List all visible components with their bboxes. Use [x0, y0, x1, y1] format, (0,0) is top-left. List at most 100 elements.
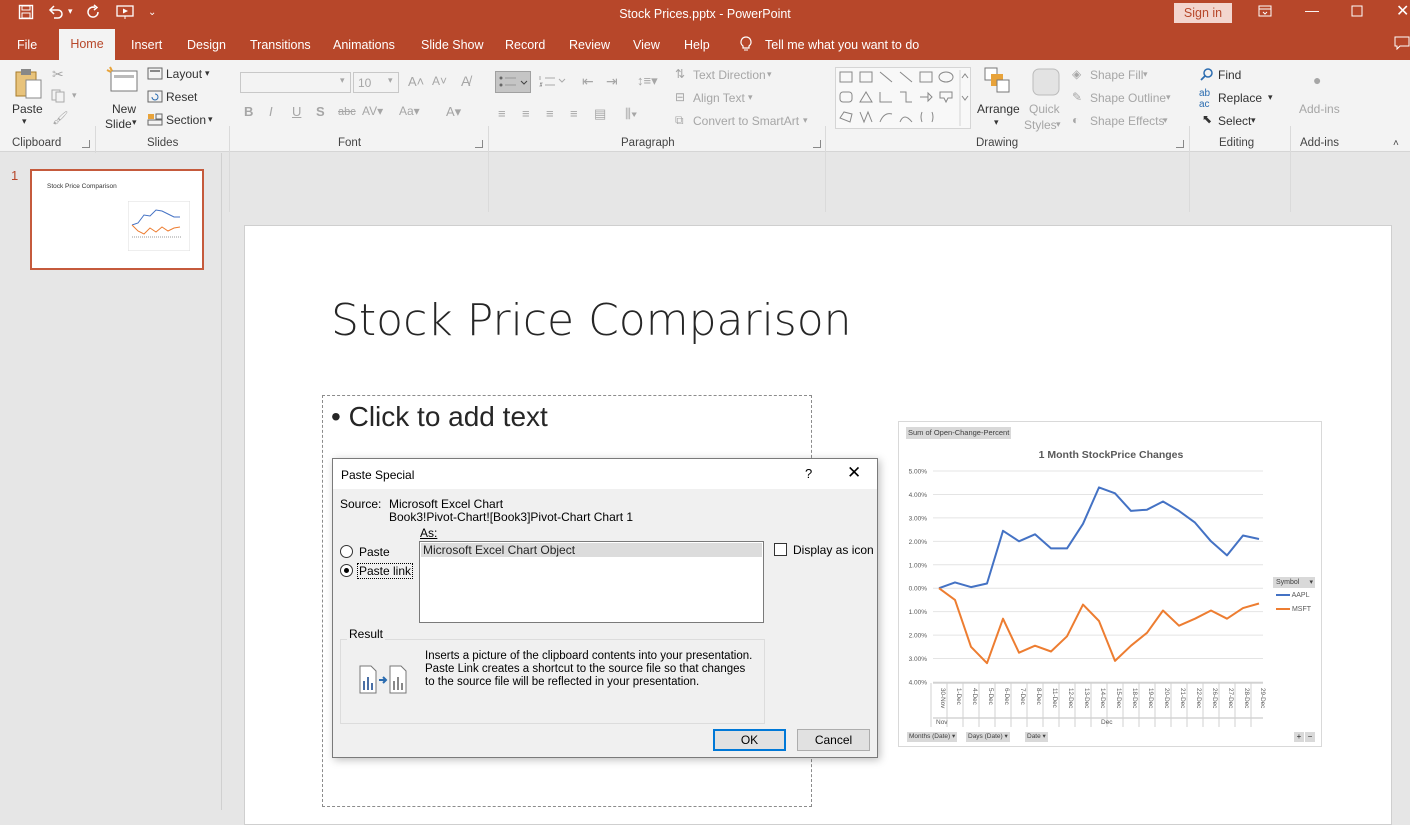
paste-icon[interactable]: [12, 66, 44, 103]
paste-link-radio-label[interactable]: Paste link: [357, 563, 414, 579]
tab-insert[interactable]: Insert: [131, 38, 162, 52]
thumbnail-chart: [128, 201, 190, 251]
title-bar: ▾ ⌄ Stock Prices.pptx - PowerPoint Sign …: [0, 0, 1410, 30]
font-name-dropdown-icon[interactable]: ▾: [340, 75, 345, 86]
italic-icon: I: [269, 104, 273, 119]
paste-link-radio[interactable]: [340, 564, 353, 577]
tab-design[interactable]: Design: [187, 38, 226, 52]
numbering-icon: [538, 73, 568, 92]
justify-icon: ≡: [570, 106, 578, 121]
close-icon[interactable]: ✕: [1396, 1, 1409, 21]
clipboard-launcher-icon[interactable]: [82, 140, 90, 148]
bullets-button[interactable]: [495, 71, 531, 93]
font-launcher-icon[interactable]: [475, 140, 483, 148]
arrange-button[interactable]: Arrange: [977, 102, 1020, 116]
select-button[interactable]: Select: [1218, 114, 1251, 128]
ok-button[interactable]: OK: [713, 729, 786, 751]
drawing-launcher-icon[interactable]: [1176, 140, 1184, 148]
paragraph-launcher-icon[interactable]: [813, 140, 821, 148]
section-dropdown-icon[interactable]: ▾: [208, 114, 213, 125]
select-icon[interactable]: ⬉: [1202, 112, 1212, 126]
dialog-close-icon[interactable]: ✕: [847, 463, 861, 483]
tab-animations[interactable]: Animations: [333, 38, 395, 52]
axis-field-months[interactable]: Months (Date) ▾: [907, 732, 958, 742]
tab-file[interactable]: File: [17, 38, 37, 52]
new-slide-dropdown-icon[interactable]: ▾: [132, 117, 137, 128]
layout-icon[interactable]: [147, 67, 163, 83]
axis-field-days[interactable]: Days (Date) ▾: [966, 732, 1010, 742]
change-case-icon: Aa▾: [399, 104, 420, 118]
comments-icon[interactable]: [1394, 36, 1410, 53]
arrange-dropdown-icon[interactable]: ▾: [994, 117, 999, 128]
y-tick-label: 0.00%: [909, 586, 928, 593]
new-slide-label-1[interactable]: New: [112, 102, 136, 116]
content-placeholder-text[interactable]: • Click to add text: [331, 401, 548, 433]
tell-me-search[interactable]: Tell me what you want to do: [765, 38, 919, 52]
y-tick-label: 5.00%: [909, 469, 928, 476]
reset-button[interactable]: Reset: [166, 90, 197, 104]
section-icon[interactable]: [147, 113, 163, 129]
legend-field-button[interactable]: Symbol ▾: [1273, 577, 1315, 588]
y-tick-label: 2.00%: [909, 539, 928, 546]
new-slide-label-2[interactable]: Slide: [105, 117, 132, 131]
font-name-combobox[interactable]: [240, 72, 351, 93]
replace-icon[interactable]: ab ac: [1199, 88, 1210, 110]
shapes-gallery[interactable]: [835, 67, 971, 129]
legend-filter-icon[interactable]: ▾: [1309, 577, 1315, 588]
minimize-icon[interactable]: —: [1305, 2, 1319, 18]
paste-radio[interactable]: [340, 545, 353, 558]
help-button[interactable]: ?: [805, 466, 812, 481]
axis-field-label: Date: [1027, 733, 1041, 740]
expand-field-button[interactable]: +: [1294, 732, 1304, 742]
shape-fill-dropdown-icon: ▾: [1143, 69, 1148, 79]
paste-radio-label[interactable]: Paste: [359, 545, 390, 559]
tab-help[interactable]: Help: [684, 38, 710, 52]
tab-home[interactable]: Home: [59, 29, 115, 60]
select-dropdown-icon[interactable]: ▾: [1251, 115, 1256, 126]
text-direction-icon: ⇅: [675, 67, 686, 81]
axis-field-date[interactable]: Date ▾: [1025, 732, 1048, 742]
x-tick-label: 21-Dec: [1179, 688, 1186, 708]
as-listbox[interactable]: Microsoft Excel Chart Object: [419, 541, 764, 623]
slide-thumbnail[interactable]: Stock Price Comparison: [30, 169, 204, 270]
replace-button[interactable]: Replace: [1218, 91, 1262, 105]
font-size-dropdown-icon[interactable]: ▾: [388, 75, 393, 86]
group-paragraph-label: Paragraph: [621, 137, 675, 149]
slide-title[interactable]: Stock Price Comparison: [331, 295, 852, 346]
layout-dropdown-icon[interactable]: ▾: [205, 68, 210, 79]
collapse-field-button[interactable]: −: [1305, 732, 1315, 742]
tab-record[interactable]: Record: [505, 38, 545, 52]
reset-icon[interactable]: [147, 90, 163, 106]
pasted-chart[interactable]: Sum of Open-Change-Percent 5.00% 4.00% 3.0…: [898, 421, 1322, 747]
find-button[interactable]: Find: [1218, 68, 1241, 82]
find-icon[interactable]: [1200, 67, 1214, 84]
section-button[interactable]: Section: [166, 113, 206, 127]
tab-slide-show[interactable]: Slide Show: [421, 38, 484, 52]
maximize-icon[interactable]: [1351, 4, 1363, 20]
y-tick-label: 3.00%: [909, 515, 928, 522]
cancel-button[interactable]: Cancel: [797, 729, 870, 751]
tab-transitions[interactable]: Transitions: [250, 38, 311, 52]
shape-fill-button: Shape Fill: [1090, 68, 1144, 82]
paste-dropdown-icon[interactable]: ▾: [22, 116, 27, 127]
replace-dropdown-icon[interactable]: ▾: [1268, 92, 1273, 103]
new-slide-icon[interactable]: [106, 66, 140, 99]
display-as-icon-label[interactable]: Display as icon: [793, 543, 874, 557]
collapse-ribbon-icon[interactable]: ˄: [1393, 138, 1399, 149]
arrange-icon[interactable]: [983, 66, 1011, 99]
ribbon-display-options-icon[interactable]: [1258, 4, 1272, 21]
placeholder-text: Click to add text: [348, 401, 548, 432]
as-option-selected[interactable]: Microsoft Excel Chart Object: [421, 543, 762, 557]
tab-review[interactable]: Review: [569, 38, 610, 52]
tab-view[interactable]: View: [633, 38, 660, 52]
separator: [488, 126, 489, 212]
separator: [1290, 126, 1291, 212]
layout-button[interactable]: Layout: [166, 67, 202, 81]
shape-outline-dropdown-icon: ▾: [1166, 92, 1171, 102]
copy-icon: [51, 89, 67, 106]
display-as-icon-checkbox[interactable]: [774, 543, 787, 556]
thumbnail-title: Stock Price Comparison: [47, 183, 117, 190]
sign-in-button[interactable]: Sign in: [1174, 3, 1232, 23]
shape-effects-dropdown-icon: ▾: [1163, 115, 1168, 125]
paste-button[interactable]: Paste: [12, 102, 43, 116]
